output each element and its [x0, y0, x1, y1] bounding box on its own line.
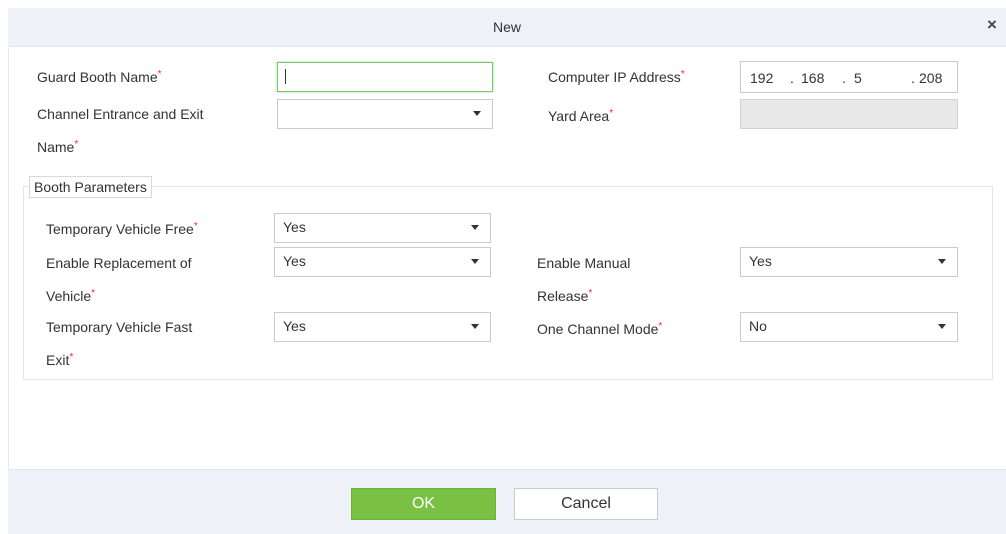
- enable-manual-release-value: Yes: [749, 253, 772, 269]
- text-caret: [285, 69, 286, 84]
- temporary-vehicle-free-label: Temporary Vehicle Free*: [46, 214, 198, 242]
- chevron-down-icon: [471, 259, 479, 264]
- one-channel-mode-label-text: One Channel Mode: [537, 321, 659, 337]
- ip-separator: .: [790, 70, 794, 86]
- computer-ip-label: Computer IP Address*: [548, 62, 685, 90]
- required-mark: *: [193, 221, 198, 232]
- enable-replacement-select[interactable]: Yes: [274, 247, 491, 277]
- dialog-footer: [8, 469, 1006, 534]
- temporary-fast-exit-label-line1: Temporary Vehicle Fast: [46, 319, 193, 335]
- enable-manual-release-label-text: Release: [537, 288, 589, 304]
- ip-octet-4[interactable]: 208: [919, 70, 942, 86]
- ip-octet-2[interactable]: 168: [801, 70, 824, 86]
- chevron-down-icon: [471, 324, 479, 329]
- temporary-fast-exit-label-line2: Exit*: [46, 345, 73, 373]
- enable-replacement-value: Yes: [283, 253, 306, 269]
- required-mark: *: [74, 139, 79, 150]
- channel-name-label-line2: Name*: [37, 132, 78, 160]
- required-mark: *: [91, 288, 96, 299]
- channel-name-select[interactable]: [277, 99, 493, 129]
- required-mark: *: [609, 108, 614, 119]
- dialog-titlebar: New ×: [8, 8, 1006, 47]
- computer-ip-label-text: Computer IP Address: [548, 69, 681, 85]
- enable-manual-release-label-line2: Release*: [537, 281, 592, 309]
- required-mark: *: [588, 288, 593, 299]
- close-icon[interactable]: ×: [984, 16, 1000, 34]
- ip-separator: .: [911, 70, 915, 86]
- cancel-button[interactable]: Cancel: [514, 488, 658, 520]
- temporary-fast-exit-select[interactable]: Yes: [274, 312, 491, 342]
- channel-name-label-text: Name: [37, 139, 75, 155]
- yard-area-label: Yard Area*: [548, 101, 613, 129]
- booth-parameters-legend: Booth Parameters: [29, 176, 152, 198]
- guard-booth-name-label-text: Guard Booth Name: [37, 69, 158, 85]
- yard-area-label-text: Yard Area: [548, 108, 610, 124]
- dialog-title: New: [492, 19, 521, 35]
- yard-area-input: [740, 99, 958, 129]
- one-channel-mode-select[interactable]: No: [740, 312, 958, 342]
- guard-booth-name-label: Guard Booth Name*: [37, 62, 162, 90]
- ip-octet-1[interactable]: 192: [750, 70, 773, 86]
- chevron-down-icon: [938, 324, 946, 329]
- temporary-vehicle-free-select[interactable]: Yes: [274, 213, 491, 243]
- guard-booth-name-input[interactable]: [277, 62, 493, 92]
- required-mark: *: [680, 69, 685, 80]
- chevron-down-icon: [473, 111, 481, 116]
- required-mark: *: [157, 69, 162, 80]
- required-mark: *: [69, 352, 74, 363]
- temporary-vehicle-free-label-text: Temporary Vehicle Free: [46, 221, 194, 237]
- chevron-down-icon: [471, 225, 479, 230]
- enable-manual-release-label-line1: Enable Manual: [537, 255, 631, 271]
- chevron-down-icon: [938, 259, 946, 264]
- one-channel-mode-label: One Channel Mode*: [537, 314, 662, 342]
- temporary-fast-exit-label-text: Exit: [46, 352, 70, 368]
- temporary-vehicle-free-value: Yes: [283, 219, 306, 235]
- required-mark: *: [658, 321, 663, 332]
- ok-button[interactable]: OK: [351, 488, 496, 520]
- ip-octet-3[interactable]: 5: [854, 70, 862, 86]
- enable-manual-release-select[interactable]: Yes: [740, 247, 958, 277]
- temporary-fast-exit-value: Yes: [283, 318, 306, 334]
- ip-separator: .: [842, 70, 846, 86]
- enable-replacement-label-line2: Vehicle*: [46, 281, 95, 309]
- channel-name-label-line1: Channel Entrance and Exit: [37, 106, 204, 122]
- one-channel-mode-value: No: [749, 318, 767, 334]
- dialog-left-border: [8, 46, 9, 533]
- enable-replacement-label-line1: Enable Replacement of: [46, 255, 192, 271]
- enable-replacement-label-text: Vehicle: [46, 288, 92, 304]
- new-guard-booth-dialog: New × Guard Booth Name* Computer IP Addr…: [0, 0, 1006, 534]
- computer-ip-input[interactable]: 192 . 168 . 5 . 208: [740, 61, 958, 93]
